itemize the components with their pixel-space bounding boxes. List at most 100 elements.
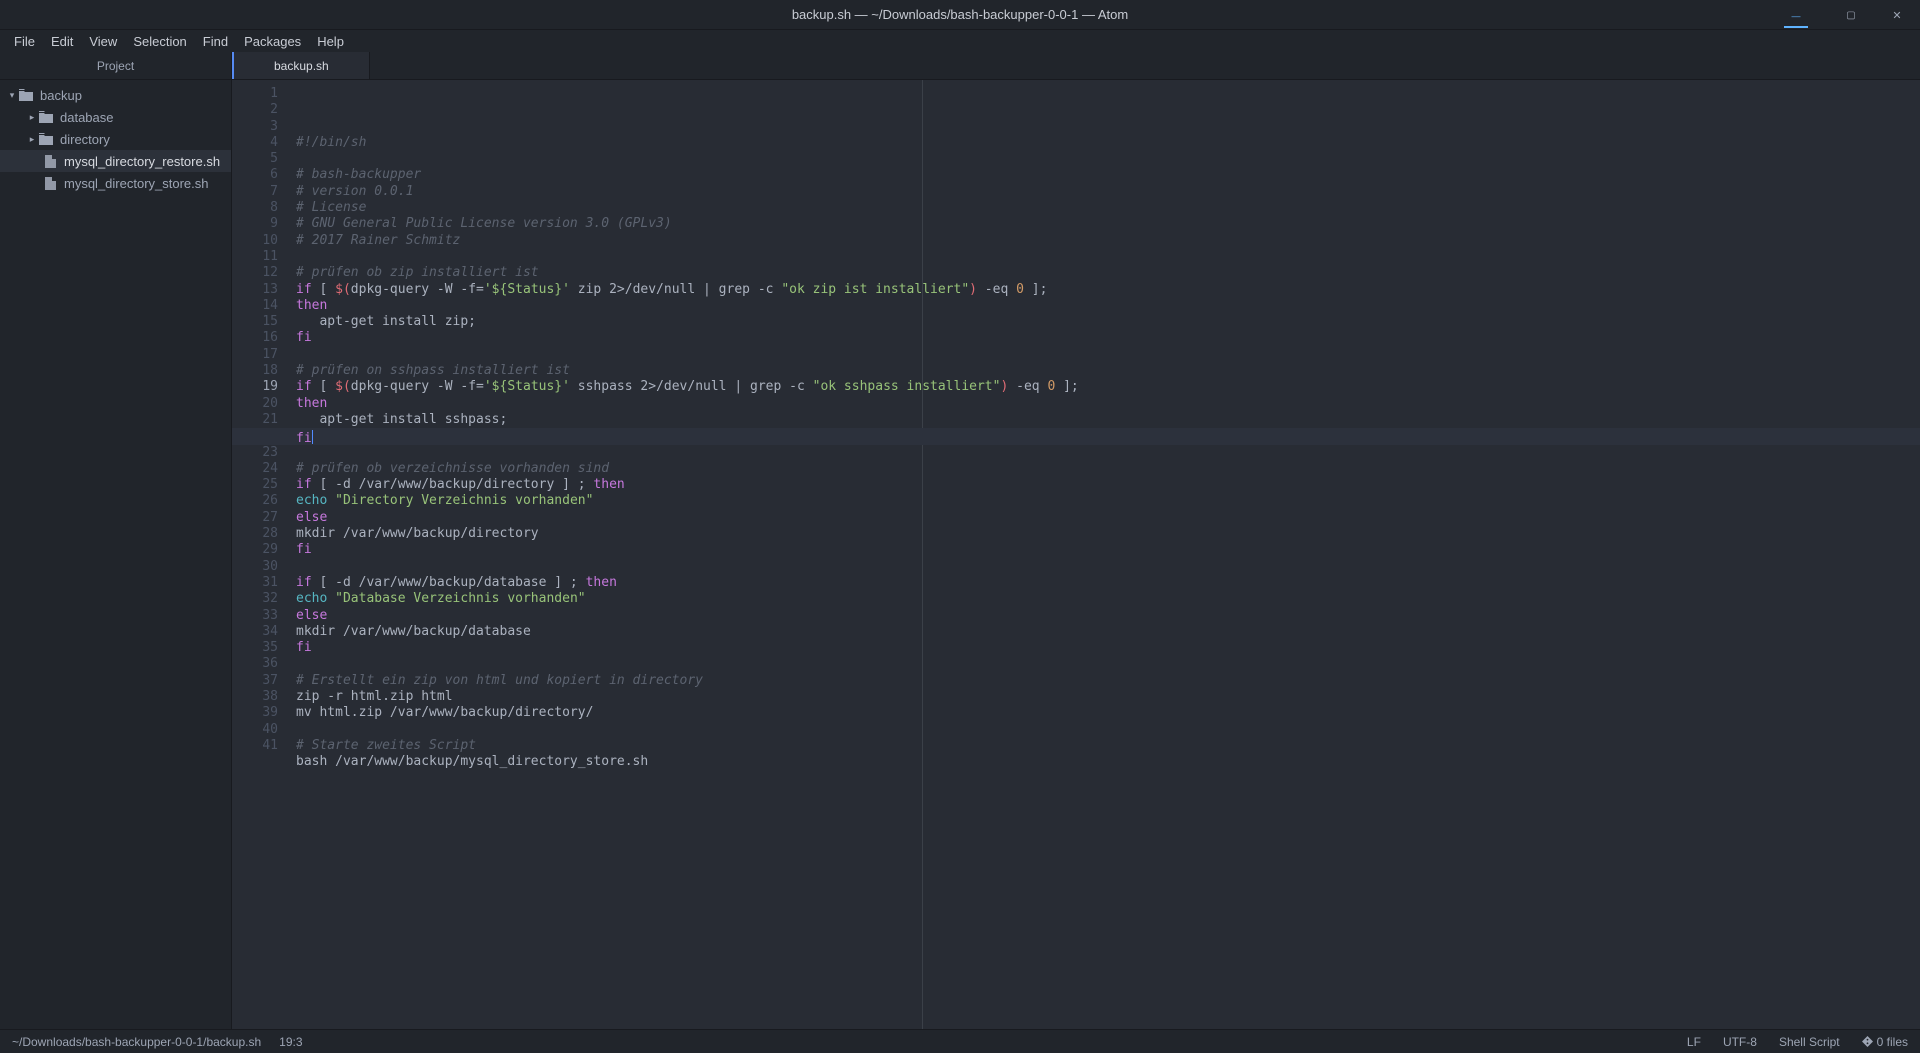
code-line[interactable] <box>296 722 1920 738</box>
code-line[interactable] <box>296 249 1920 265</box>
line-number: 32 <box>232 591 278 607</box>
code-line[interactable]: else <box>296 510 1920 526</box>
titlebar: backup.sh — ~/Downloads/bash-backupper-0… <box>0 0 1920 30</box>
status-grammar[interactable]: Shell Script <box>1779 1035 1840 1049</box>
status-path[interactable]: ~/Downloads/bash-backupper-0-0-1/backup.… <box>12 1035 261 1049</box>
code-line[interactable] <box>296 151 1920 167</box>
line-number: 2 <box>232 102 278 118</box>
status-encoding[interactable]: UTF-8 <box>1723 1035 1757 1049</box>
code-line[interactable]: if [ $(dpkg-query -W -f='${Status}' sshp… <box>296 379 1920 395</box>
line-number: 15 <box>232 314 278 330</box>
minimize-button[interactable] <box>1784 0 1808 28</box>
line-number: 26 <box>232 493 278 509</box>
code-line[interactable]: if [ -d /var/www/backup/database ] ; the… <box>296 575 1920 591</box>
code-line[interactable]: # License <box>296 200 1920 216</box>
code-line[interactable]: then <box>296 396 1920 412</box>
line-number: 6 <box>232 167 278 183</box>
code-line[interactable]: then <box>296 298 1920 314</box>
line-number: 29 <box>232 542 278 558</box>
line-number: 17 <box>232 347 278 363</box>
code-line[interactable] <box>296 656 1920 672</box>
line-number: 39 <box>232 705 278 721</box>
code-line[interactable]: echo "Directory Verzeichnis vorhanden" <box>296 493 1920 509</box>
line-number: 34 <box>232 624 278 640</box>
menu-edit[interactable]: Edit <box>43 32 81 51</box>
menu-find[interactable]: Find <box>195 32 236 51</box>
folder-icon <box>38 133 54 145</box>
chevron-right-icon: ▸ <box>26 134 38 145</box>
tree-root-label: backup <box>40 88 82 103</box>
tree-file-restore[interactable]: mysql_directory_restore.sh <box>0 150 231 172</box>
line-number: 35 <box>232 640 278 656</box>
code-line[interactable]: if [ $(dpkg-query -W -f='${Status}' zip … <box>296 282 1920 298</box>
code-line[interactable]: # Starte zweites Script <box>296 738 1920 754</box>
code-line[interactable]: fi <box>296 640 1920 656</box>
code-line[interactable]: # 2017 Rainer Schmitz <box>296 233 1920 249</box>
code-line[interactable]: # GNU General Public License version 3.0… <box>296 216 1920 232</box>
code-line[interactable]: mv html.zip /var/www/backup/directory/ <box>296 705 1920 721</box>
status-cursor-pos[interactable]: 19:3 <box>279 1035 302 1049</box>
editor-body[interactable]: 1234567891011121314151617181920212223242… <box>232 80 1920 1029</box>
menu-help[interactable]: Help <box>309 32 352 51</box>
code-line[interactable]: if [ -d /var/www/backup/directory ] ; th… <box>296 477 1920 493</box>
code-line[interactable]: # Erstellt ein zip von html und kopiert … <box>296 673 1920 689</box>
tree-item-label: mysql_directory_store.sh <box>64 176 209 191</box>
code-line[interactable] <box>296 787 1920 803</box>
code-line[interactable]: #!/bin/sh <box>296 135 1920 151</box>
line-number: 16 <box>232 330 278 346</box>
line-number: 1 <box>232 86 278 102</box>
line-number: 10 <box>232 233 278 249</box>
code-line[interactable]: fi <box>296 542 1920 558</box>
code-line[interactable]: # bash-backupper <box>296 167 1920 183</box>
code-line[interactable]: mkdir /var/www/backup/database <box>296 624 1920 640</box>
code-line[interactable]: echo "Database Verzeichnis vorhanden" <box>296 591 1920 607</box>
code-line[interactable]: bash /var/www/backup/mysql_directory_sto… <box>296 754 1920 770</box>
editor-pane: backup.sh 123456789101112131415161718192… <box>232 52 1920 1029</box>
line-number: 23 <box>232 445 278 461</box>
line-number: 33 <box>232 608 278 624</box>
main-area: Project ▾ backup ▸ database ▸ directory … <box>0 52 1920 1029</box>
line-number: 21 <box>232 412 278 428</box>
code-line[interactable]: fi <box>296 428 1920 444</box>
tree-root[interactable]: ▾ backup <box>0 84 231 106</box>
line-number: 27 <box>232 510 278 526</box>
code-line[interactable] <box>296 445 1920 461</box>
code-line[interactable]: # version 0.0.1 <box>296 184 1920 200</box>
statusbar: ~/Downloads/bash-backupper-0-0-1/backup.… <box>0 1029 1920 1053</box>
maximize-button[interactable] <box>1828 0 1874 30</box>
folder-icon <box>38 111 54 123</box>
code-line[interactable]: mkdir /var/www/backup/directory <box>296 526 1920 542</box>
code-line[interactable] <box>296 347 1920 363</box>
line-number: 18 <box>232 363 278 379</box>
status-git[interactable]: 0 files <box>1862 1035 1908 1049</box>
code-line[interactable]: apt-get install sshpass; <box>296 412 1920 428</box>
line-number: 37 <box>232 673 278 689</box>
tree-folder-database[interactable]: ▸ database <box>0 106 231 128</box>
menu-file[interactable]: File <box>6 32 43 51</box>
code-line[interactable]: else <box>296 608 1920 624</box>
code-line[interactable]: # prüfen ob verzeichnisse vorhanden sind <box>296 461 1920 477</box>
line-number: 8 <box>232 200 278 216</box>
line-number: 4 <box>232 135 278 151</box>
tree-folder-directory[interactable]: ▸ directory <box>0 128 231 150</box>
menu-view[interactable]: View <box>81 32 125 51</box>
code-line[interactable]: zip -r html.zip html <box>296 689 1920 705</box>
text-cursor <box>312 430 313 444</box>
tab-backup-sh[interactable]: backup.sh <box>232 52 370 79</box>
code-area[interactable]: #!/bin/sh # bash-backupper# version 0.0.1… <box>286 80 1920 1029</box>
code-line[interactable] <box>296 770 1920 786</box>
menubar: File Edit View Selection Find Packages H… <box>0 30 1920 52</box>
code-line[interactable]: fi <box>296 330 1920 346</box>
line-number: 7 <box>232 184 278 200</box>
code-line[interactable]: # prüfen ob zip installiert ist <box>296 265 1920 281</box>
menu-packages[interactable]: Packages <box>236 32 309 51</box>
close-button[interactable] <box>1874 0 1920 30</box>
folder-icon <box>18 89 34 101</box>
code-line[interactable]: # prüfen on sshpass installiert ist <box>296 363 1920 379</box>
menu-selection[interactable]: Selection <box>125 32 194 51</box>
line-number: 25 <box>232 477 278 493</box>
code-line[interactable]: apt-get install zip; <box>296 314 1920 330</box>
tree-file-store[interactable]: mysql_directory_store.sh <box>0 172 231 194</box>
status-eol[interactable]: LF <box>1687 1035 1701 1049</box>
code-line[interactable] <box>296 559 1920 575</box>
